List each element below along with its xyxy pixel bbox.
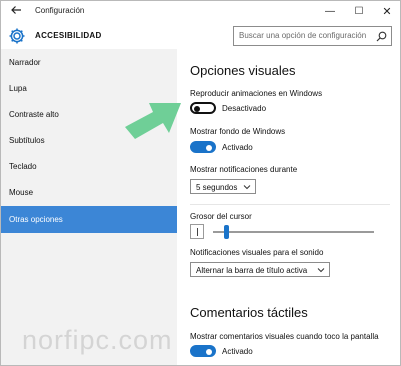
- sidebar-item-label: Lupa: [9, 84, 27, 93]
- sidebar-item-narrador[interactable]: Narrador: [1, 49, 177, 76]
- back-arrow-icon[interactable]: [7, 3, 25, 21]
- background-toggle[interactable]: [190, 141, 216, 153]
- touch-toggle[interactable]: [190, 345, 216, 357]
- cursor-slider-track[interactable]: [213, 231, 374, 233]
- gear-icon: [9, 28, 25, 44]
- settings-window: Configuración — ☐ ✕ ACCESIBILIDAD Buscar…: [0, 0, 401, 366]
- cursor-slider-thumb[interactable]: [224, 225, 230, 239]
- page-title: ACCESIBILIDAD: [35, 31, 102, 40]
- sidebar-item-label: Subtítulos: [9, 136, 45, 145]
- touch-state: Activado: [222, 347, 253, 356]
- title-bar: Configuración — ☐ ✕: [1, 1, 400, 23]
- sidebar-item-label: Otras opciones: [9, 215, 63, 224]
- notifications-value: 5 segundos: [196, 183, 238, 192]
- maximize-button[interactable]: ☐: [345, 1, 373, 23]
- close-button[interactable]: ✕: [373, 1, 400, 23]
- sidebar-item-otras-opciones[interactable]: Otras opciones: [1, 206, 177, 233]
- toggle-knob: [206, 349, 212, 355]
- sound-label: Notificaciones visuales para el sonido: [190, 248, 324, 257]
- animations-label: Reproducir animaciones en Windows: [190, 89, 323, 98]
- sound-dropdown[interactable]: Alternar la barra de título activa: [190, 262, 330, 277]
- search-icon[interactable]: [376, 31, 387, 42]
- background-label: Mostrar fondo de Windows: [190, 127, 286, 136]
- sidebar-item-label: Narrador: [9, 58, 41, 67]
- cursor-preview: [190, 224, 204, 239]
- touch-label: Mostrar comentarios visuales cuando toco…: [190, 332, 379, 341]
- toggle-knob: [194, 106, 200, 112]
- sidebar-item-label: Mouse: [9, 188, 34, 197]
- notifications-label: Mostrar notificaciones durante: [190, 165, 298, 174]
- sidebar-item-label: Teclado: [9, 162, 37, 171]
- search-input[interactable]: Buscar una opción de configuración: [233, 26, 392, 46]
- sound-value: Alternar la barra de título activa: [196, 266, 308, 275]
- search-placeholder: Buscar una opción de configuración: [239, 31, 367, 40]
- page-header: ACCESIBILIDAD Buscar una opción de confi…: [1, 23, 400, 49]
- notifications-dropdown[interactable]: 5 segundos: [190, 179, 256, 194]
- main-content: Opciones visuales Reproducir animaciones…: [177, 49, 400, 365]
- sidebar-item-mouse[interactable]: Mouse: [1, 179, 177, 206]
- chevron-down-icon: [243, 185, 251, 190]
- back-arrow-svg: [11, 6, 21, 14]
- touch-feedback-heading: Comentarios táctiles: [190, 305, 308, 320]
- chevron-down-icon: [317, 268, 325, 273]
- animations-state: Desactivado: [222, 104, 267, 113]
- sidebar-item-teclado[interactable]: Teclado: [1, 153, 177, 180]
- visual-options-heading: Opciones visuales: [190, 63, 296, 78]
- window-title: Configuración: [35, 6, 85, 15]
- divider: [190, 204, 390, 205]
- cursor-caret: [197, 228, 198, 236]
- cursor-label: Grosor del cursor: [190, 212, 252, 221]
- sidebar-item-label: Contraste alto: [9, 110, 59, 119]
- animations-toggle[interactable]: [190, 102, 216, 114]
- pointer-arrow-icon: [125, 103, 181, 139]
- toggle-knob: [206, 145, 212, 151]
- background-state: Activado: [222, 143, 253, 152]
- watermark: norfipc.com: [22, 325, 173, 355]
- minimize-button[interactable]: —: [316, 1, 344, 23]
